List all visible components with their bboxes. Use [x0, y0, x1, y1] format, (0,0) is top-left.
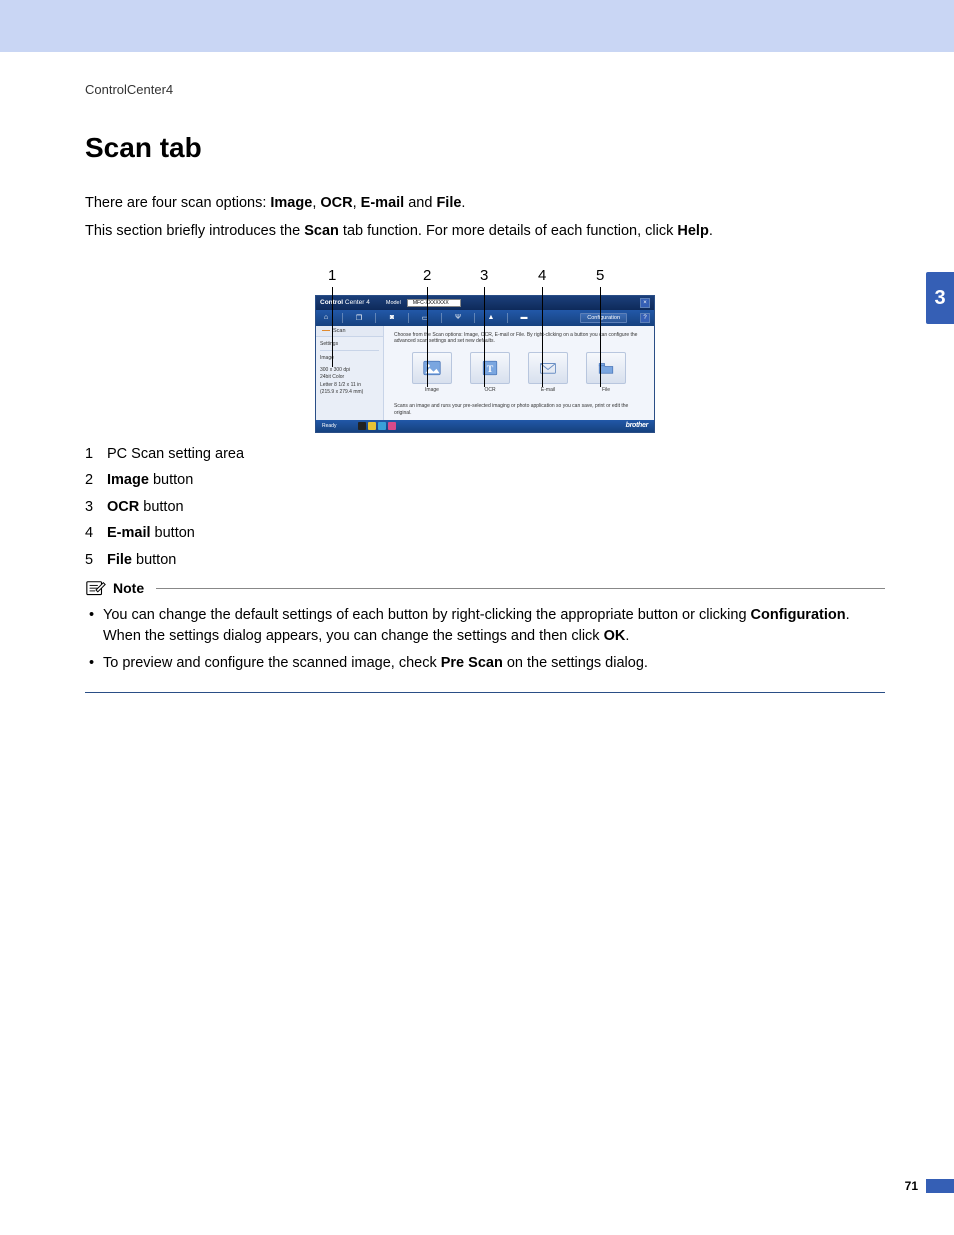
main-panel: Choose from the Scan options: Image, OCR… — [384, 326, 654, 420]
callout-5: 5 — [596, 267, 604, 284]
legend-item-2: 2Image button — [85, 473, 885, 488]
page-number: 71 — [905, 1179, 918, 1193]
toolbar-tools-icon[interactable]: Ψ — [452, 313, 464, 323]
note-block: Note You can change the default settings… — [85, 579, 885, 693]
legend-item-1: 1PC Scan setting area — [85, 447, 885, 462]
toolbar-copy-icon[interactable]: ❐ — [353, 313, 365, 323]
ink-magenta-icon — [388, 422, 396, 430]
intro-opt-image: Image — [270, 195, 312, 211]
legend-item-5: 5File button — [85, 553, 885, 568]
intro-line-1: There are four scan options: Image, OCR,… — [85, 192, 885, 214]
window-toolbar: ⌂ ❐ ◙ ▭ Ψ ▲ ▬ Configuration ? — [316, 310, 654, 326]
sidebar-tab-scan[interactable]: Scan — [316, 326, 383, 337]
legend-list: 1PC Scan setting area 2Image button 3OCR… — [85, 447, 885, 568]
instruction-text: Choose from the Scan options: Image, OCR… — [394, 332, 644, 345]
intro-opt-ocr: OCR — [320, 195, 352, 211]
ink-yellow-icon — [368, 422, 376, 430]
page-title: Scan tab — [85, 132, 885, 164]
callout-1: 1 — [328, 267, 336, 284]
intro-scan-bold: Scan — [304, 223, 339, 239]
note-divider — [156, 588, 885, 589]
toolbar-scan-icon[interactable]: ⌂ — [320, 313, 332, 323]
scan-image-button[interactable]: Image — [412, 352, 452, 393]
help-button[interactable]: ? — [640, 313, 650, 323]
ink-black-icon — [358, 422, 366, 430]
note-item-2: To preview and configure the scanned ima… — [85, 653, 885, 674]
controlcenter-window: Control Center 4 Model MFC-XXXXXXX × ⌂ ❐… — [315, 295, 655, 433]
toolbar-device-icon[interactable]: ▲ — [485, 313, 497, 323]
brother-brand: brother — [626, 422, 648, 429]
toolbar-fax-icon[interactable]: ▭ — [419, 313, 431, 323]
note-label: Note — [113, 580, 144, 596]
page-top-bar — [0, 0, 954, 52]
callout-2: 2 — [423, 267, 431, 284]
note-icon — [85, 579, 107, 597]
status-ink-icons — [358, 422, 396, 430]
legend-item-4: 4E-mail button — [85, 526, 885, 541]
callout-line-3 — [484, 287, 485, 387]
screenshot-figure: 1 2 3 4 5 Control Center 4 Model MFC-XXX… — [315, 267, 655, 433]
sidebar: Scan Settings Image 300 x 300 dpi 24bit … — [316, 326, 384, 420]
scan-file-label: File — [586, 387, 626, 393]
scan-ocr-button[interactable]: T OCR — [470, 352, 510, 393]
scan-file-button[interactable]: File — [586, 352, 626, 393]
svg-text:T: T — [487, 364, 494, 375]
model-label: Model — [386, 300, 401, 306]
scan-ocr-label: OCR — [470, 387, 510, 393]
doc-header-label: ControlCenter4 — [85, 82, 173, 97]
ink-cyan-icon — [378, 422, 386, 430]
status-bar: Ready brother — [316, 420, 654, 432]
sidebar-setting-image: Image — [320, 355, 379, 363]
configuration-button[interactable]: Configuration — [580, 313, 627, 323]
app-logo: Control Center 4 — [320, 299, 370, 306]
image-icon — [412, 352, 452, 384]
page-number-bar — [926, 1179, 954, 1193]
intro-line-2: This section briefly introduces the Scan… — [85, 220, 885, 242]
model-select[interactable]: MFC-XXXXXXX — [407, 299, 461, 307]
sidebar-setting-color: 24bit Color — [320, 374, 379, 382]
intro-help-bold: Help — [677, 223, 708, 239]
description-text: Scans an image and runs your pre-selecte… — [394, 399, 644, 416]
callout-line-5 — [600, 287, 601, 387]
sidebar-setting-size1: Letter 8 1/2 x 11 in — [320, 382, 379, 390]
sidebar-settings: Settings Image 300 x 300 dpi 24bit Color… — [316, 337, 383, 405]
scan-image-label: Image — [412, 387, 452, 393]
status-ready: Ready — [322, 423, 336, 429]
sidebar-setting-dpi: 300 x 300 dpi — [320, 367, 379, 375]
email-icon — [528, 352, 568, 384]
toolbar-photo-icon[interactable]: ◙ — [386, 313, 398, 323]
intro-opt-file: File — [436, 195, 461, 211]
sidebar-setting-size2: (215.9 x 279.4 mm) — [320, 389, 379, 397]
callout-line-1 — [332, 287, 333, 367]
scan-email-label: E-mail — [528, 387, 568, 393]
file-icon — [586, 352, 626, 384]
callout-line-4 — [542, 287, 543, 387]
toolbar-support-icon[interactable]: ▬ — [518, 313, 530, 323]
intro-text: There are four scan options: — [85, 195, 270, 211]
scan-email-button[interactable]: E-mail — [528, 352, 568, 393]
ocr-icon: T — [470, 352, 510, 384]
intro-opt-email: E-mail — [361, 195, 405, 211]
callout-row: 1 2 3 4 5 — [315, 267, 655, 295]
callout-3: 3 — [480, 267, 488, 284]
sidebar-settings-title: Settings — [320, 341, 379, 352]
callout-4: 4 — [538, 267, 546, 284]
close-button[interactable]: × — [640, 298, 650, 308]
callout-line-2 — [427, 287, 428, 387]
section-index-tab: 3 — [926, 272, 954, 324]
legend-item-3: 3OCR button — [85, 500, 885, 515]
window-titlebar: Control Center 4 Model MFC-XXXXXXX × — [316, 296, 654, 310]
note-item-1: You can change the default settings of e… — [85, 605, 885, 647]
